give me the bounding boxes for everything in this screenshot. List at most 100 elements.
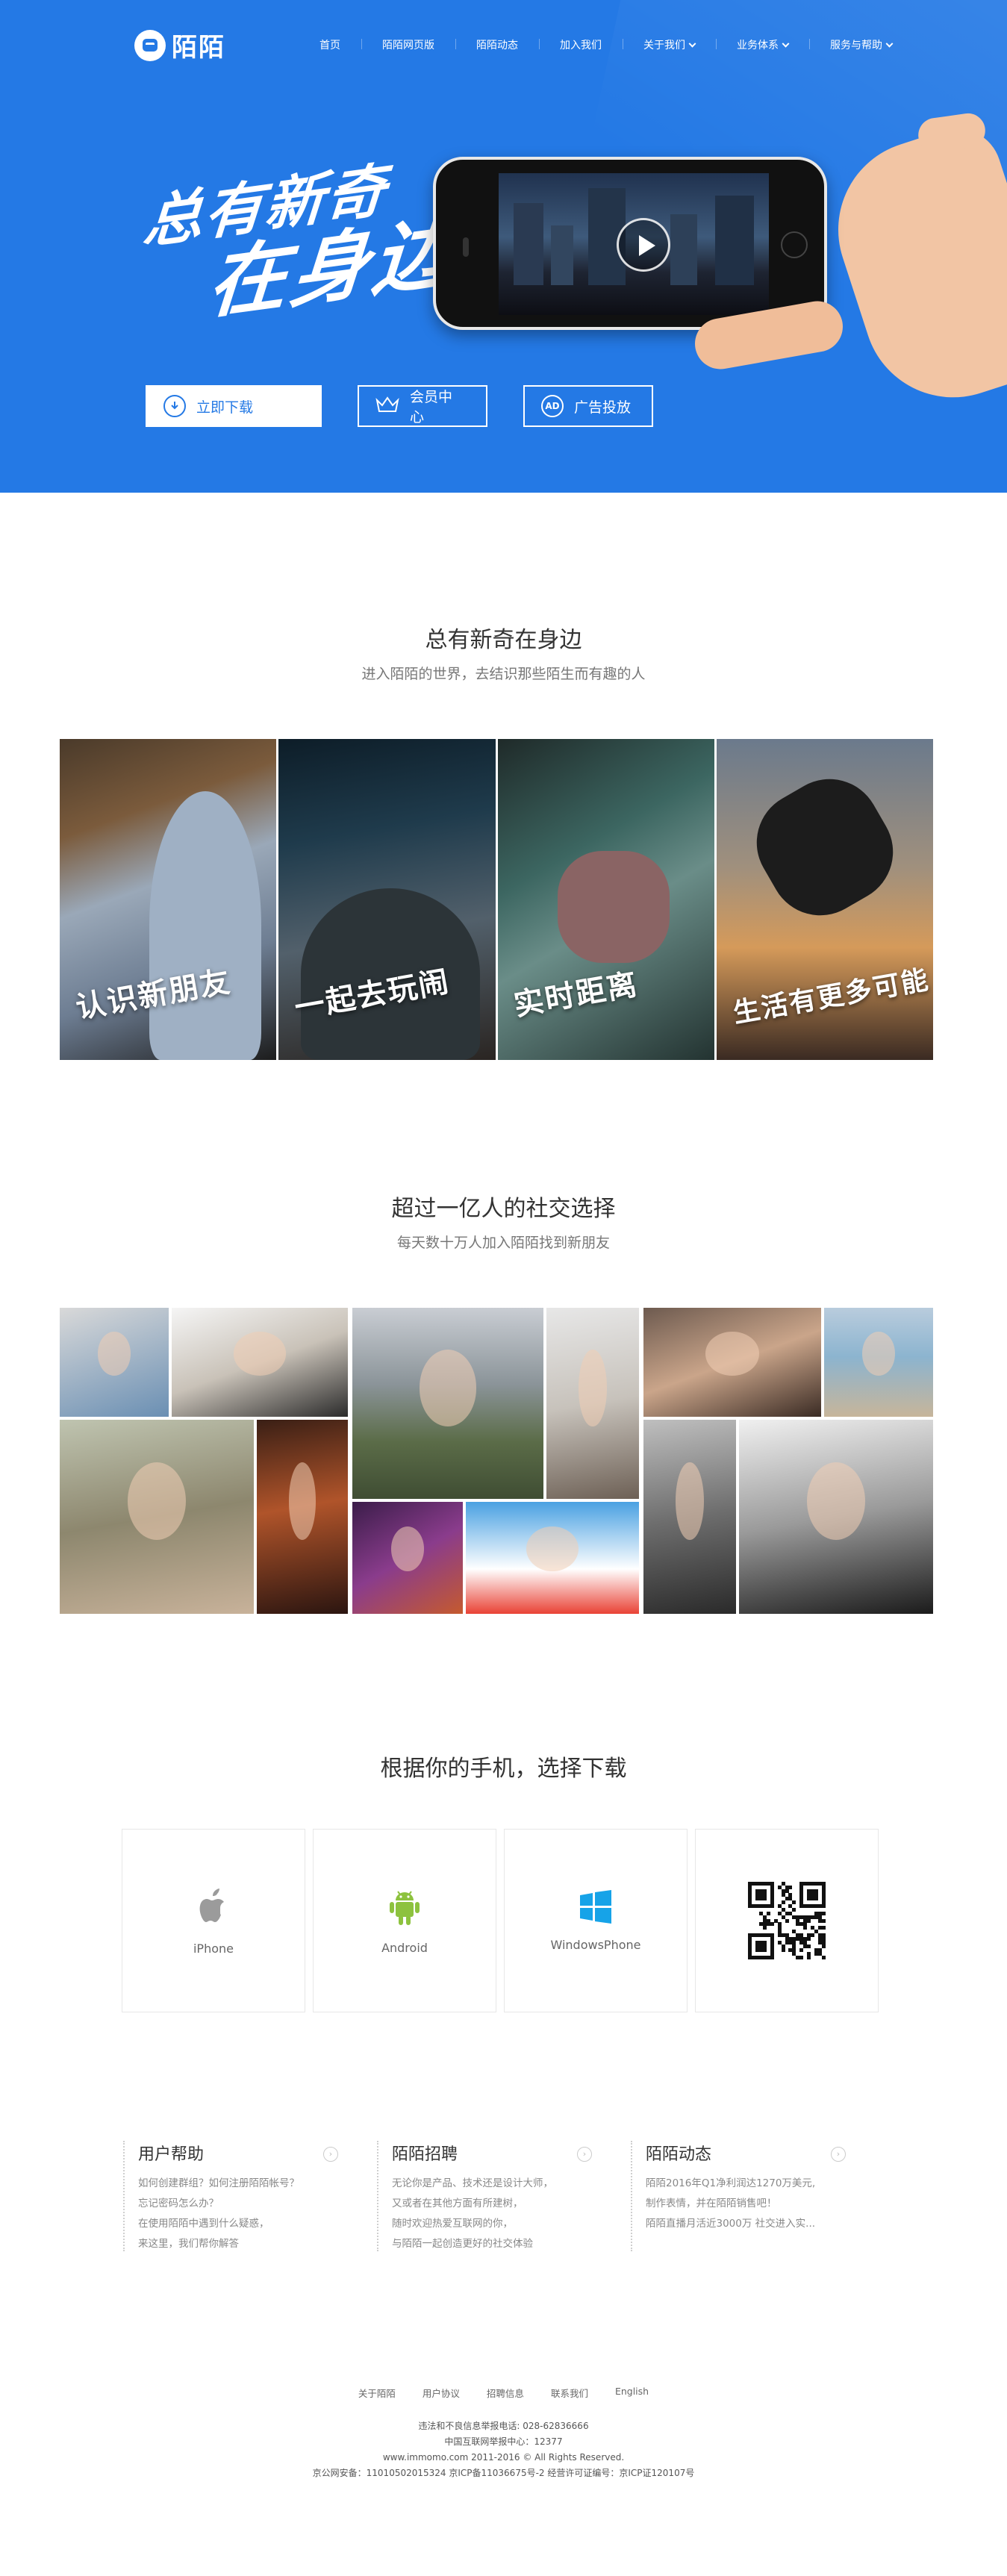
help-line: 来这里，我们帮你解答 (138, 2238, 239, 2250)
android-icon (390, 1890, 420, 1925)
user-photo (60, 1420, 254, 1614)
help-column-title[interactable]: 陌陌动态 (646, 2141, 885, 2165)
nav-item-service-help[interactable]: 服务与帮助 (809, 37, 913, 52)
chevron-down-icon (885, 40, 894, 48)
nav-item-web-version[interactable]: 陌陌网页版 (361, 37, 455, 52)
nav-item-business[interactable]: 业务体系 (716, 37, 809, 52)
copyright: www.immomo.com 2011-2016 © All Rights Re… (382, 2452, 625, 2463)
phone-illustration (433, 157, 827, 330)
footer-link-english[interactable]: English (615, 2386, 649, 2400)
platform-label: WindowsPhone (550, 1937, 641, 1952)
more-arrow-icon[interactable]: › (577, 2147, 592, 2162)
report-center: 中国互联网举报中心：12377 (444, 2436, 563, 2447)
advertising-button[interactable]: AD 广告投放 (523, 385, 653, 427)
help-column-title[interactable]: 用户帮助 (138, 2141, 377, 2165)
nav-item-label: 服务与帮助 (830, 40, 882, 52)
feature-gallery: 认识新朋友 一起去玩闹 实时距离 生活有更多可能 (60, 739, 933, 1060)
video-preview (499, 173, 769, 315)
momo-logo-icon (134, 29, 166, 61)
footer-link-jobs[interactable]: 招聘信息 (487, 2386, 524, 2400)
section-subtitle-novelty: 进入陌陌的世界，去结识那些陌生而有趣的人 (361, 666, 646, 682)
brand-logo[interactable]: 陌陌 (134, 27, 225, 63)
help-line[interactable]: 忘记密码怎么办？ (138, 2194, 377, 2214)
user-photo (466, 1502, 639, 1614)
download-button-label: 立即下载 (196, 399, 254, 416)
help-line: 又或者在其他方面有所建树， (392, 2198, 523, 2209)
hero-actions: 立即下载 会员中心 AD 广告投放 (146, 385, 653, 427)
download-windowsphone[interactable]: WindowsPhone (504, 1829, 688, 2012)
apple-icon (199, 1888, 224, 1922)
help-column-news: 陌陌动态 陌陌2016年Q1净利润达1270万美元, 制作表情，并在陌陌销售吧！… (631, 2141, 885, 2251)
nav-item-news[interactable]: 陌陌动态 (455, 37, 539, 52)
user-photo (546, 1308, 639, 1499)
footer-link-about[interactable]: 关于陌陌 (358, 2386, 396, 2400)
more-arrow-icon[interactable]: › (323, 2147, 338, 2162)
qr-code-icon (748, 1882, 826, 1960)
help-line: 在使用陌陌中遇到什么疑惑， (138, 2218, 269, 2230)
feature-label: 实时距离 (511, 967, 640, 1023)
icp-license: 京公网安备：11010502015324 京ICP备11036675号-2 经营… (312, 2468, 695, 2478)
nav-item-label: 陌陌动态 (476, 40, 518, 52)
play-icon[interactable] (617, 218, 670, 272)
footer-link-contact[interactable]: 联系我们 (551, 2386, 588, 2400)
feature-card-play-together[interactable]: 一起去玩闹 (278, 739, 496, 1060)
user-photo (352, 1502, 463, 1614)
section-title-novelty: 总有新奇在身边 (425, 627, 582, 653)
user-photo (643, 1420, 736, 1614)
hand-holding-phone-illustration (433, 110, 1007, 421)
user-photo (824, 1308, 933, 1417)
user-photo (739, 1420, 933, 1614)
user-photo (352, 1308, 543, 1499)
advertising-label: 广告投放 (574, 399, 632, 416)
chevron-down-icon (688, 40, 696, 48)
download-button[interactable]: 立即下载 (146, 385, 322, 427)
help-line[interactable]: 如何创建群组？如何注册陌陌帐号？ (138, 2174, 377, 2194)
top-navigation: 陌陌 首页 陌陌网页版 陌陌动态 加入我们 关于我们 业务体系 服务与帮助 (134, 24, 894, 66)
section-title-social: 超过一亿人的社交选择 (391, 1196, 616, 1222)
nav-item-home[interactable]: 首页 (299, 37, 361, 52)
help-line[interactable]: 陌陌直播月活近3000万 社交进入实... (646, 2214, 885, 2234)
help-line[interactable]: 陌陌2016年Q1净利润达1270万美元, (646, 2174, 885, 2194)
crown-icon (375, 396, 399, 417)
nav-item-label: 加入我们 (560, 40, 602, 52)
nav-item-label: 业务体系 (737, 40, 779, 52)
nav-item-about-us[interactable]: 关于我们 (623, 37, 716, 52)
user-photo (60, 1308, 169, 1417)
user-photo (643, 1308, 821, 1417)
help-column-recruitment: 陌陌招聘 无论你是产品、技术还是设计大师， 又或者在其他方面有所建树， 随时欢迎… (377, 2141, 631, 2251)
nav-item-join-us[interactable]: 加入我们 (539, 37, 623, 52)
member-center-label: 会员中心 (410, 389, 453, 425)
help-line: 无论你是产品、技术还是设计大师， (392, 2177, 553, 2189)
platform-label: iPhone (193, 1941, 234, 1956)
hero-slogan: 总有新奇 在身边 (135, 151, 462, 335)
feature-label: 生活有更多可能 (730, 964, 932, 1029)
section-subtitle-social: 每天数十万人加入陌陌找到新朋友 (396, 1235, 610, 1251)
nav-item-label: 首页 (319, 40, 340, 52)
user-photo-wall (60, 1308, 933, 1614)
info-columns: 用户帮助 如何创建群组？如何注册陌陌帐号？ 忘记密码怎么办？ 在使用陌陌中遇到什… (123, 2141, 885, 2251)
help-column-title[interactable]: 陌陌招聘 (392, 2141, 631, 2165)
help-line[interactable]: 制作表情，并在陌陌销售吧！ (646, 2194, 885, 2214)
help-line: 随时欢迎热爱互联网的你， (392, 2218, 513, 2230)
platform-download-list: iPhone Android WindowsPhone (122, 1829, 879, 2012)
feature-card-real-time-distance[interactable]: 实时距离 (497, 739, 714, 1060)
nav-item-label: 陌陌网页版 (382, 40, 434, 52)
windows-icon (580, 1889, 611, 1924)
nav-menu: 首页 陌陌网页版 陌陌动态 加入我们 关于我们 业务体系 服务与帮助 (299, 37, 913, 52)
download-icon (163, 395, 186, 417)
footer-links: 关于陌陌 用户协议 招聘信息 联系我们 English (0, 2386, 1007, 2400)
more-arrow-icon[interactable]: › (831, 2147, 846, 2162)
user-photo (172, 1308, 348, 1417)
member-center-button[interactable]: 会员中心 (358, 385, 487, 427)
help-line: 与陌陌一起创造更好的社交体验 (392, 2238, 533, 2250)
download-qr-code[interactable] (695, 1829, 879, 2012)
download-iphone[interactable]: iPhone (122, 1829, 305, 2012)
feature-card-meet-friends[interactable]: 认识新朋友 (60, 739, 277, 1060)
section-title-download: 根据你的手机，选择下载 (380, 1756, 627, 1782)
footer-link-terms[interactable]: 用户协议 (423, 2386, 460, 2400)
feature-card-more-possibilities[interactable]: 生活有更多可能 (716, 739, 933, 1060)
download-android[interactable]: Android (313, 1829, 496, 2012)
platform-label: Android (381, 1940, 428, 1955)
chevron-down-icon (782, 40, 790, 48)
ad-icon: AD (541, 395, 564, 417)
